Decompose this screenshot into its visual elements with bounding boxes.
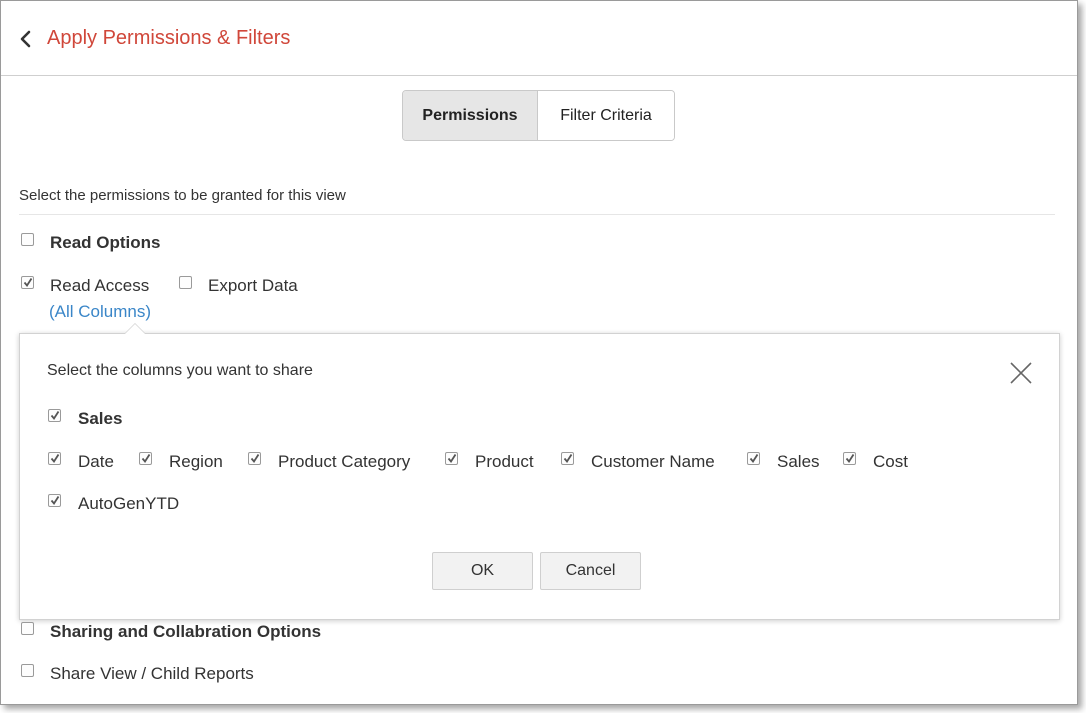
column-checkbox-region[interactable] xyxy=(139,452,152,465)
column-label-product-category: Product Category xyxy=(278,452,411,471)
column-label-region: Region xyxy=(169,452,223,471)
tab-permissions[interactable]: Permissions xyxy=(403,91,538,140)
column-label-customer-name: Customer Name xyxy=(591,452,715,471)
tab-filter-criteria[interactable]: Filter Criteria xyxy=(538,91,674,140)
checkmark-icon xyxy=(749,454,759,464)
checkmark-icon xyxy=(563,454,573,464)
page-title: Apply Permissions & Filters xyxy=(47,27,291,49)
sales-table-checkbox[interactable] xyxy=(48,409,61,422)
column-label-autogenytd: AutoGenYTD xyxy=(78,494,180,513)
checkmark-icon xyxy=(50,496,60,506)
export-data-label: Export Data xyxy=(208,276,298,295)
column-checkbox-product[interactable] xyxy=(445,452,458,465)
column-checkbox-sales[interactable] xyxy=(747,452,760,465)
checkmark-icon xyxy=(50,411,60,421)
column-label-date: Date xyxy=(78,452,114,471)
all-columns-link[interactable]: (All Columns) xyxy=(49,302,151,322)
read-options-label: Read Options xyxy=(50,233,161,252)
checkmark-icon xyxy=(845,454,855,464)
cancel-button[interactable]: Cancel xyxy=(540,552,641,590)
checkmark-icon xyxy=(447,454,457,464)
share-view-label: Share View / Child Reports xyxy=(50,664,254,683)
sharing-options-checkbox[interactable] xyxy=(21,622,34,635)
column-checkbox-autogenytd[interactable] xyxy=(48,494,61,507)
dialog-header: Apply Permissions & Filters xyxy=(1,1,1077,76)
column-label-cost: Cost xyxy=(873,452,908,471)
popup-title: Select the columns you want to share xyxy=(47,362,313,379)
export-data-checkbox[interactable] xyxy=(179,276,192,289)
share-view-checkbox[interactable] xyxy=(21,664,34,677)
sales-table-label: Sales xyxy=(78,409,123,428)
checkmark-icon xyxy=(250,454,260,464)
permissions-instruction: Select the permissions to be granted for… xyxy=(19,187,346,204)
chevron-left-icon[interactable] xyxy=(17,29,35,49)
read-access-checkbox[interactable] xyxy=(21,276,34,289)
checkmark-icon xyxy=(23,278,33,288)
section-divider xyxy=(19,214,1055,215)
read-options-checkbox[interactable] xyxy=(21,233,34,246)
checkmark-icon xyxy=(141,454,151,464)
column-select-popup: Select the columns you want to share Sal… xyxy=(19,323,1060,620)
column-checkbox-cost[interactable] xyxy=(843,452,856,465)
close-icon[interactable] xyxy=(1010,362,1032,384)
ok-button[interactable]: OK xyxy=(432,552,533,590)
checkmark-icon xyxy=(50,454,60,464)
column-checkbox-product-category[interactable] xyxy=(248,452,261,465)
column-label-sales: Sales xyxy=(777,452,820,471)
tab-bar: Permissions Filter Criteria xyxy=(402,90,675,141)
column-checkbox-date[interactable] xyxy=(48,452,61,465)
column-label-product: Product xyxy=(475,452,534,471)
sharing-options-label: Sharing and Collabration Options xyxy=(50,622,322,641)
permissions-dialog: Apply Permissions & Filters Permissions … xyxy=(0,0,1078,705)
column-checkbox-customer-name[interactable] xyxy=(561,452,574,465)
read-access-label: Read Access xyxy=(50,276,150,295)
